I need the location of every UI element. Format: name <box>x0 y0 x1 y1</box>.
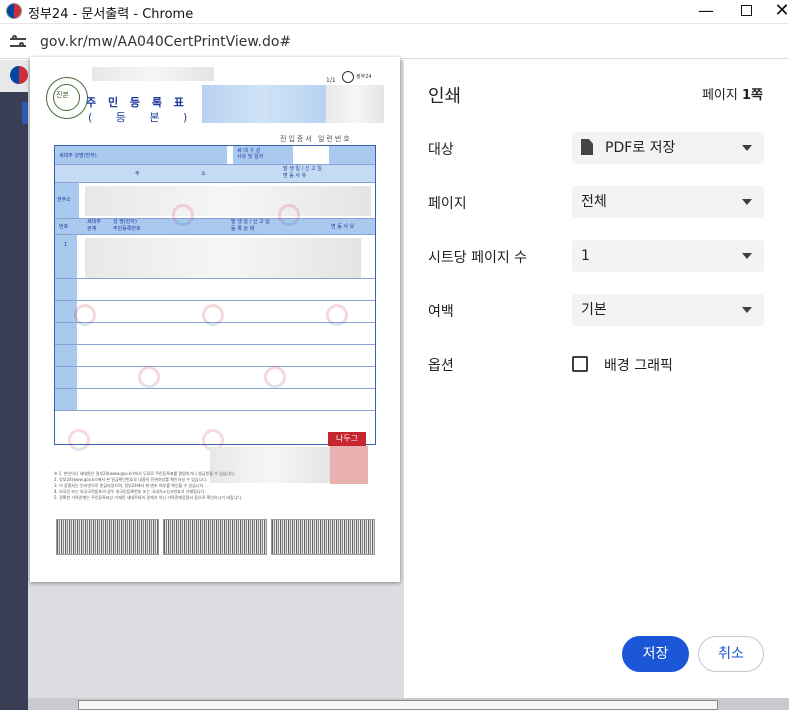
margins-select[interactable]: 기본 <box>572 294 764 326</box>
address-bar[interactable]: gov.kr/mw/AA040CertPrintView.do# <box>0 25 789 59</box>
print-title: 인쇄 <box>428 86 462 107</box>
destination-label: 대상 <box>428 142 454 158</box>
document-footnotes: ※ 1. 본인이나 세대원은 정부24(www.gov.kr)에서 무료로 주민… <box>54 471 243 500</box>
relation-column-label: 세대주 관계 <box>87 219 101 232</box>
document-serial: 전입증서 일련번호 <box>280 135 352 143</box>
no-column-label: 번호 <box>59 224 69 230</box>
watermark-icon <box>172 204 194 226</box>
pages-per-sheet-select[interactable]: 1 <box>572 240 764 272</box>
document-title: 주 민 등 록 표 <box>86 96 188 109</box>
address-column-label: 주 소 <box>135 171 236 177</box>
report-date-label: 발 생 일 / 신 고 일 변 동 사 유 <box>283 166 322 179</box>
gov-emblem-text: 정부24 <box>356 74 372 80</box>
watermark-icon <box>74 304 96 326</box>
background-page <box>0 60 28 710</box>
minimize-button[interactable]: — <box>686 0 726 24</box>
cancel-button[interactable]: 취소 <box>698 636 764 672</box>
row-number: 1 <box>64 242 68 248</box>
document-page-number: 1/1 <box>326 77 336 84</box>
print-settings-panel: 인쇄 페이지 1쪽 대상 PDF로 저장 페이지 전체 시트당 페이지 수 1 … <box>404 60 789 698</box>
name-id-column-label: 성 명(한자) 주민등록번호 <box>113 219 141 232</box>
window-title: 정부24 - 문서출력 - Chrome <box>28 7 194 22</box>
date-status-column-label: 발 생 일 / 신 고 일 등 록 상 태 <box>231 219 270 232</box>
destination-select[interactable]: PDF로 저장 <box>572 132 764 164</box>
gov24-logo-icon <box>10 66 28 84</box>
document-icon <box>581 139 593 155</box>
gov-emblem-icon <box>342 71 354 83</box>
watermark-icon <box>138 366 160 388</box>
change-reason-column-label: 변 동 사 유 <box>331 224 355 230</box>
margins-label: 여백 <box>428 304 454 320</box>
page-count: 페이지 1쪽 <box>701 88 763 103</box>
background-sidebar <box>0 92 28 710</box>
preview-bottom-strip <box>28 698 789 710</box>
redacted-region <box>202 85 326 123</box>
title-bar: 정부24 - 문서출력 - Chrome — ✕ <box>0 0 789 24</box>
site-info-icon[interactable] <box>10 35 26 49</box>
dropdown-arrow-icon <box>742 307 752 313</box>
background-graphics-checkbox[interactable] <box>572 356 588 372</box>
pages-select[interactable]: 전체 <box>572 186 764 218</box>
options-label: 옵션 <box>428 358 454 374</box>
barcode <box>56 519 159 555</box>
watermark-icon <box>326 304 348 326</box>
watermark-icon <box>264 366 286 388</box>
barcode <box>271 519 375 555</box>
close-button[interactable]: ✕ <box>762 0 789 24</box>
watermark-icon <box>202 304 224 326</box>
preview-document-page: 진본 주 민 등 록 표 ( 등 본 ) 1/1 정부24 전입증서 일련번호 … <box>30 57 400 582</box>
pages-per-sheet-label: 시트당 페이지 수 <box>428 250 528 266</box>
pages-label: 페이지 <box>428 196 467 212</box>
gov24-logo-icon <box>6 3 22 19</box>
official-stamp: 나두그 <box>328 432 366 446</box>
issuance-seal-icon: 진본 <box>46 77 88 119</box>
save-button[interactable]: 저장 <box>622 636 689 672</box>
dropdown-arrow-icon <box>742 199 752 205</box>
dropdown-arrow-icon <box>742 145 752 151</box>
householder-label: 세대주 성명(한자) <box>59 153 97 159</box>
resident-register-table: 세대주 성명(한자) 세 대 구 성 사유 및 일자 주 소 발 생 일 / 신… <box>54 145 376 445</box>
dropdown-arrow-icon <box>742 253 752 259</box>
maximize-button[interactable] <box>726 0 766 24</box>
url-text[interactable]: gov.kr/mw/AA040CertPrintView.do# <box>40 34 291 50</box>
watermark-icon <box>278 204 300 226</box>
household-reason-label: 세 대 구 성 사유 및 일자 <box>237 148 264 160</box>
watermark-icon <box>68 429 90 451</box>
barcode <box>163 519 267 555</box>
current-address-label: 현주소 <box>57 197 71 203</box>
document-subtitle: ( 등 본 ) <box>88 111 198 124</box>
next-sheet-edge <box>78 700 718 710</box>
maximize-icon <box>740 5 752 16</box>
redacted-region <box>85 238 361 278</box>
redacted-region <box>326 85 384 123</box>
background-graphics-label[interactable]: 배경 그래픽 <box>604 355 673 375</box>
redacted-region <box>85 186 371 216</box>
redacted-region <box>92 67 214 81</box>
